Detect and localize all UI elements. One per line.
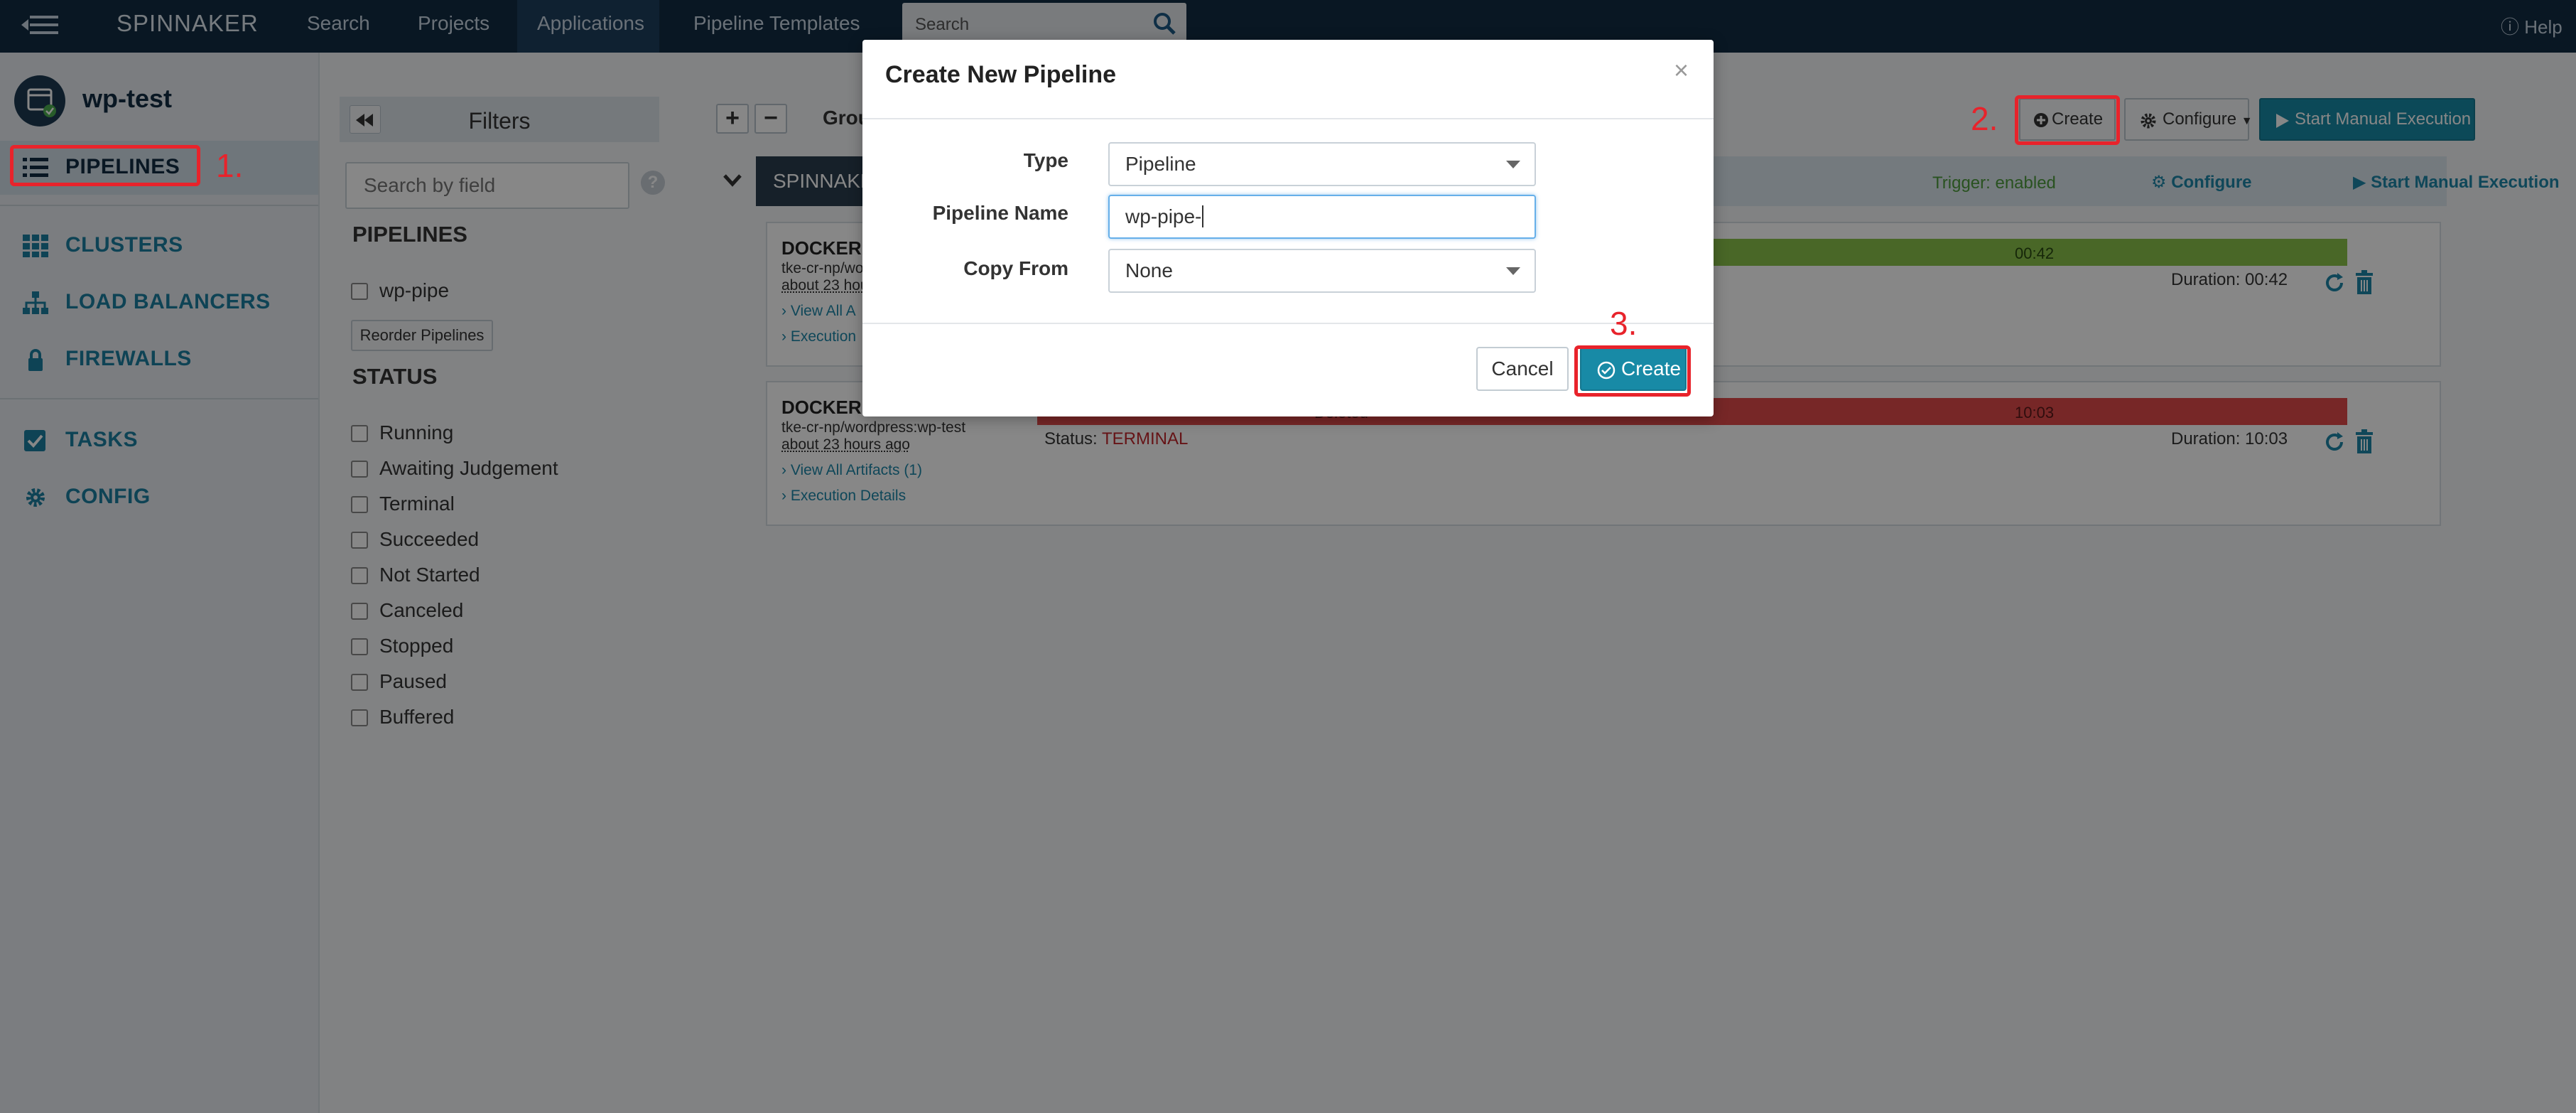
text-cursor: [1202, 205, 1204, 227]
type-value: Pipeline: [1125, 153, 1196, 175]
close-icon[interactable]: ×: [1674, 55, 1689, 85]
copy-from-value: None: [1125, 259, 1173, 281]
annotation-step-1: 1.: [216, 147, 244, 184]
type-select[interactable]: Pipeline: [1108, 142, 1536, 186]
caret-down-icon: [1506, 267, 1520, 275]
pipeline-name-label: Pipeline Name: [932, 202, 1068, 224]
annotation-step-3: 3.: [1610, 305, 1638, 342]
pipeline-name-value: wp-pipe-: [1125, 205, 1202, 227]
cancel-button[interactable]: Cancel: [1476, 347, 1569, 391]
pipeline-name-input[interactable]: wp-pipe-: [1108, 195, 1536, 239]
type-label: Type: [1023, 149, 1068, 171]
annotation-step-2: 2.: [1971, 100, 1998, 137]
modal-title: Create New Pipeline: [885, 61, 1117, 88]
copy-from-label: Copy From: [963, 257, 1068, 279]
caret-down-icon: [1506, 161, 1520, 168]
annotation-highlight-create: [2015, 95, 2120, 145]
modal-footer-divider: [862, 323, 1714, 324]
modal-header-divider: [862, 118, 1714, 119]
annotation-highlight-pipelines: [10, 145, 200, 186]
copy-from-select[interactable]: None: [1108, 249, 1536, 293]
annotation-highlight-confirm: [1574, 345, 1691, 397]
